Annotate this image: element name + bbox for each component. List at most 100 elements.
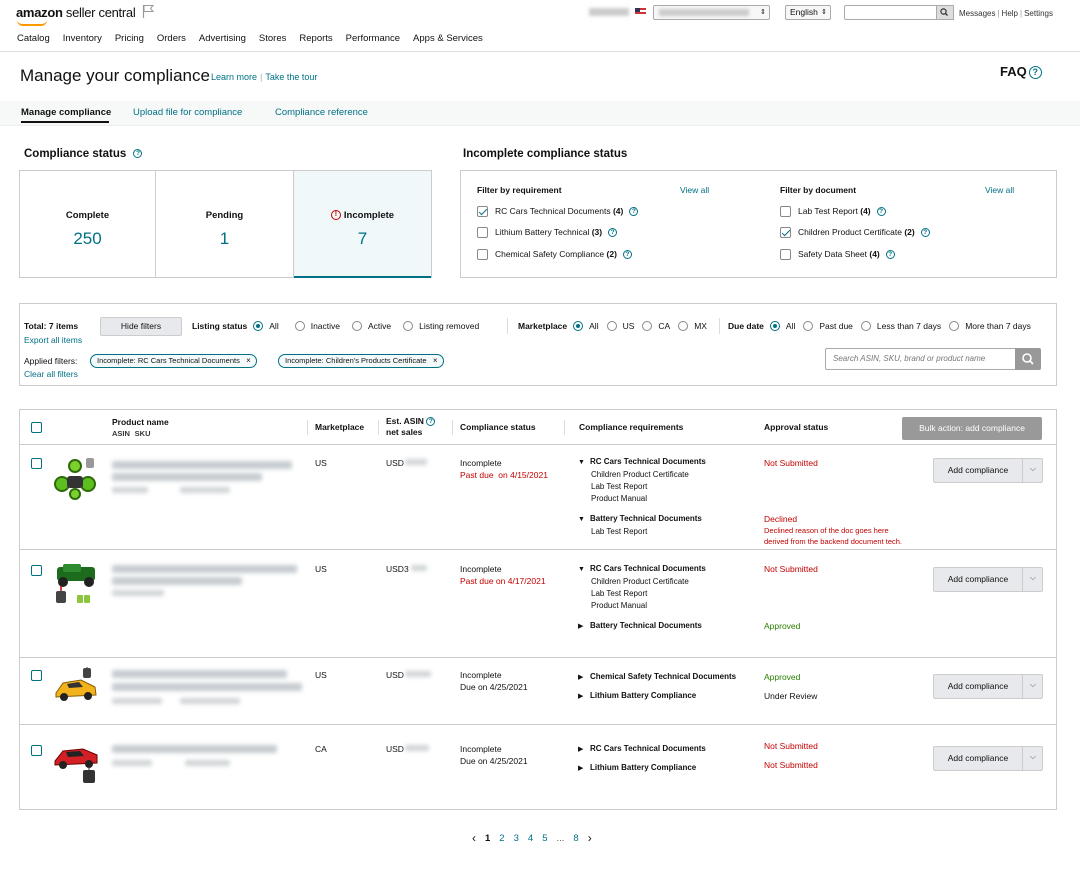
filter-lithium-battery[interactable]: Lithium Battery Technical (3)? — [477, 227, 618, 239]
flag-icon[interactable] — [142, 4, 154, 18]
requirement-item[interactable]: ▶ Lithium Battery Compliance — [578, 762, 696, 775]
listing-status-inactive[interactable]: Inactive — [294, 321, 340, 331]
requirement-item[interactable]: ▶ Lithium Battery Compliance — [578, 690, 696, 703]
requirement-item[interactable]: ▶ Chemical Safety Technical Documents — [578, 671, 736, 684]
due-date-less-7[interactable]: Less than 7 days — [860, 321, 941, 331]
due-date-more-7[interactable]: More than 7 days — [949, 321, 1031, 331]
header-search-button[interactable] — [937, 5, 954, 20]
messages-link[interactable]: Messages — [959, 9, 995, 18]
listing-status-all[interactable]: All — [253, 321, 279, 331]
export-all-link[interactable]: Export all items — [24, 335, 82, 345]
caret-right-icon[interactable]: ▶ — [578, 744, 590, 756]
help-link[interactable]: Help — [1002, 9, 1018, 18]
filter-chemical-safety[interactable]: Chemical Safety Compliance (2)? — [477, 249, 632, 261]
requirement-item[interactable]: ▼ RC Cars Technical Documents Children Pr… — [578, 563, 706, 612]
row-checkbox[interactable] — [31, 745, 42, 756]
caret-down-icon[interactable]: ▼ — [578, 564, 590, 576]
help-circle-icon[interactable]: ? — [608, 228, 618, 238]
product-thumbnail-green-rc-car[interactable] — [53, 456, 99, 500]
page-3[interactable]: 3 — [514, 833, 519, 844]
header-search-input[interactable] — [844, 5, 937, 20]
hide-filters-button[interactable]: Hide filters — [100, 317, 182, 336]
page-2[interactable]: 2 — [499, 833, 504, 844]
listing-status-removed[interactable]: Listing removed — [403, 321, 479, 331]
checkbox[interactable] — [477, 227, 488, 239]
nav-inventory[interactable]: Inventory — [63, 33, 102, 44]
product-thumbnail-green-truck[interactable] — [53, 561, 99, 605]
page-8[interactable]: 8 — [573, 833, 578, 844]
requirement-item[interactable]: ▶ Battery Technical Documents — [578, 620, 702, 633]
header-est-asin-net-sales[interactable]: Est. ASIN ? net sales — [386, 416, 436, 438]
help-circle-icon[interactable]: ? — [133, 149, 143, 159]
language-select[interactable]: English ⇕ — [785, 5, 831, 20]
checkbox-checked[interactable] — [780, 227, 791, 239]
status-card-pending[interactable]: Pending 1 — [156, 171, 294, 277]
tab-upload-file[interactable]: Upload file for compliance — [133, 107, 242, 118]
marketplace-ca[interactable]: CA — [642, 321, 670, 331]
marketplace-all[interactable]: All — [573, 321, 599, 331]
close-icon[interactable]: × — [246, 355, 251, 367]
status-card-complete[interactable]: Complete 250 — [20, 171, 156, 277]
requirement-item[interactable]: ▼ RC Cars Technical Documents Children Pr… — [578, 456, 706, 505]
header-compliance-requirements[interactable]: Compliance requirements — [579, 422, 683, 433]
caret-right-icon[interactable]: ▶ — [578, 621, 590, 633]
row-checkbox[interactable] — [31, 670, 42, 681]
chevron-left-icon[interactable]: ‹ — [472, 831, 476, 845]
faq-link[interactable]: FAQ? — [1000, 64, 1042, 80]
nav-orders[interactable]: Orders — [157, 33, 186, 44]
help-circle-icon[interactable]: ? — [426, 417, 436, 427]
row-checkbox[interactable] — [31, 458, 42, 469]
nav-reports[interactable]: Reports — [299, 33, 332, 44]
chevron-down-icon[interactable]: ⌵ — [1030, 573, 1036, 583]
checkbox[interactable] — [780, 249, 791, 261]
settings-link[interactable]: Settings — [1024, 9, 1053, 18]
listing-status-active[interactable]: Active — [352, 321, 391, 331]
header-approval-status[interactable]: Approval status — [764, 422, 828, 433]
requirement-item[interactable]: ▶ RC Cars Technical Documents — [578, 743, 706, 756]
caret-down-icon[interactable]: ▼ — [578, 514, 590, 526]
add-compliance-button[interactable]: Add compliance ⌵ — [933, 674, 1043, 699]
select-all-checkbox[interactable] — [31, 422, 42, 433]
nav-apps-services[interactable]: Apps & Services — [413, 33, 483, 44]
header-compliance-status[interactable]: Compliance status — [460, 422, 536, 433]
help-circle-icon[interactable]: ? — [629, 207, 639, 217]
filter-safety-data-sheet[interactable]: Safety Data Sheet (4)? — [780, 249, 895, 261]
nav-performance[interactable]: Performance — [346, 33, 400, 44]
applied-filter-chip[interactable]: Incomplete: RC Cars Technical Documents × — [90, 354, 257, 368]
caret-right-icon[interactable]: ▶ — [578, 672, 590, 684]
product-thumbnail-red-sports-car[interactable] — [53, 741, 99, 785]
filter-children-product-certificate[interactable]: Children Product Certificate (2)? — [780, 227, 930, 239]
table-search-input[interactable]: Search ASIN, SKU, brand or product name — [825, 348, 1016, 370]
requirement-item[interactable]: ▼ Battery Technical Documents Lab Test Re… — [578, 513, 702, 538]
table-search-button[interactable] — [1015, 348, 1041, 370]
learn-more-link[interactable]: Learn more — [211, 72, 257, 82]
page-1[interactable]: 1 — [485, 833, 490, 844]
page-4[interactable]: 4 — [528, 833, 533, 844]
tab-compliance-reference[interactable]: Compliance reference — [275, 107, 368, 118]
view-all-documents-link[interactable]: View all — [985, 185, 1014, 195]
caret-down-icon[interactable]: ▼ — [578, 457, 590, 469]
view-all-requirements-link[interactable]: View all — [680, 185, 709, 195]
page-5[interactable]: 5 — [542, 833, 547, 844]
row-checkbox[interactable] — [31, 565, 42, 576]
product-thumbnail-yellow-sports-car[interactable] — [53, 667, 99, 711]
marketplace-us[interactable]: US — [606, 321, 634, 331]
chevron-down-icon[interactable]: ⌵ — [1030, 680, 1036, 690]
header-product-name[interactable]: Product name ASIN SKU — [112, 417, 169, 439]
help-circle-icon[interactable]: ? — [920, 228, 930, 238]
marketplace-select[interactable]: ⇕ — [653, 5, 770, 20]
nav-stores[interactable]: Stores — [259, 33, 286, 44]
nav-pricing[interactable]: Pricing — [115, 33, 144, 44]
checkbox[interactable] — [780, 206, 791, 218]
filter-lab-test-report[interactable]: Lab Test Report (4)? — [780, 206, 886, 218]
checkbox[interactable] — [477, 249, 488, 261]
chevron-down-icon[interactable]: ⌵ — [1030, 464, 1036, 474]
clear-all-filters-link[interactable]: Clear all filters — [24, 369, 78, 379]
help-circle-icon[interactable]: ? — [876, 207, 886, 217]
nav-advertising[interactable]: Advertising — [199, 33, 246, 44]
tab-manage-compliance[interactable]: Manage compliance — [21, 107, 111, 118]
applied-filter-chip[interactable]: Incomplete: Children's Products Certific… — [278, 354, 444, 368]
marketplace-mx[interactable]: MX — [678, 321, 707, 331]
close-icon[interactable]: × — [433, 355, 438, 367]
caret-right-icon[interactable]: ▶ — [578, 691, 590, 703]
